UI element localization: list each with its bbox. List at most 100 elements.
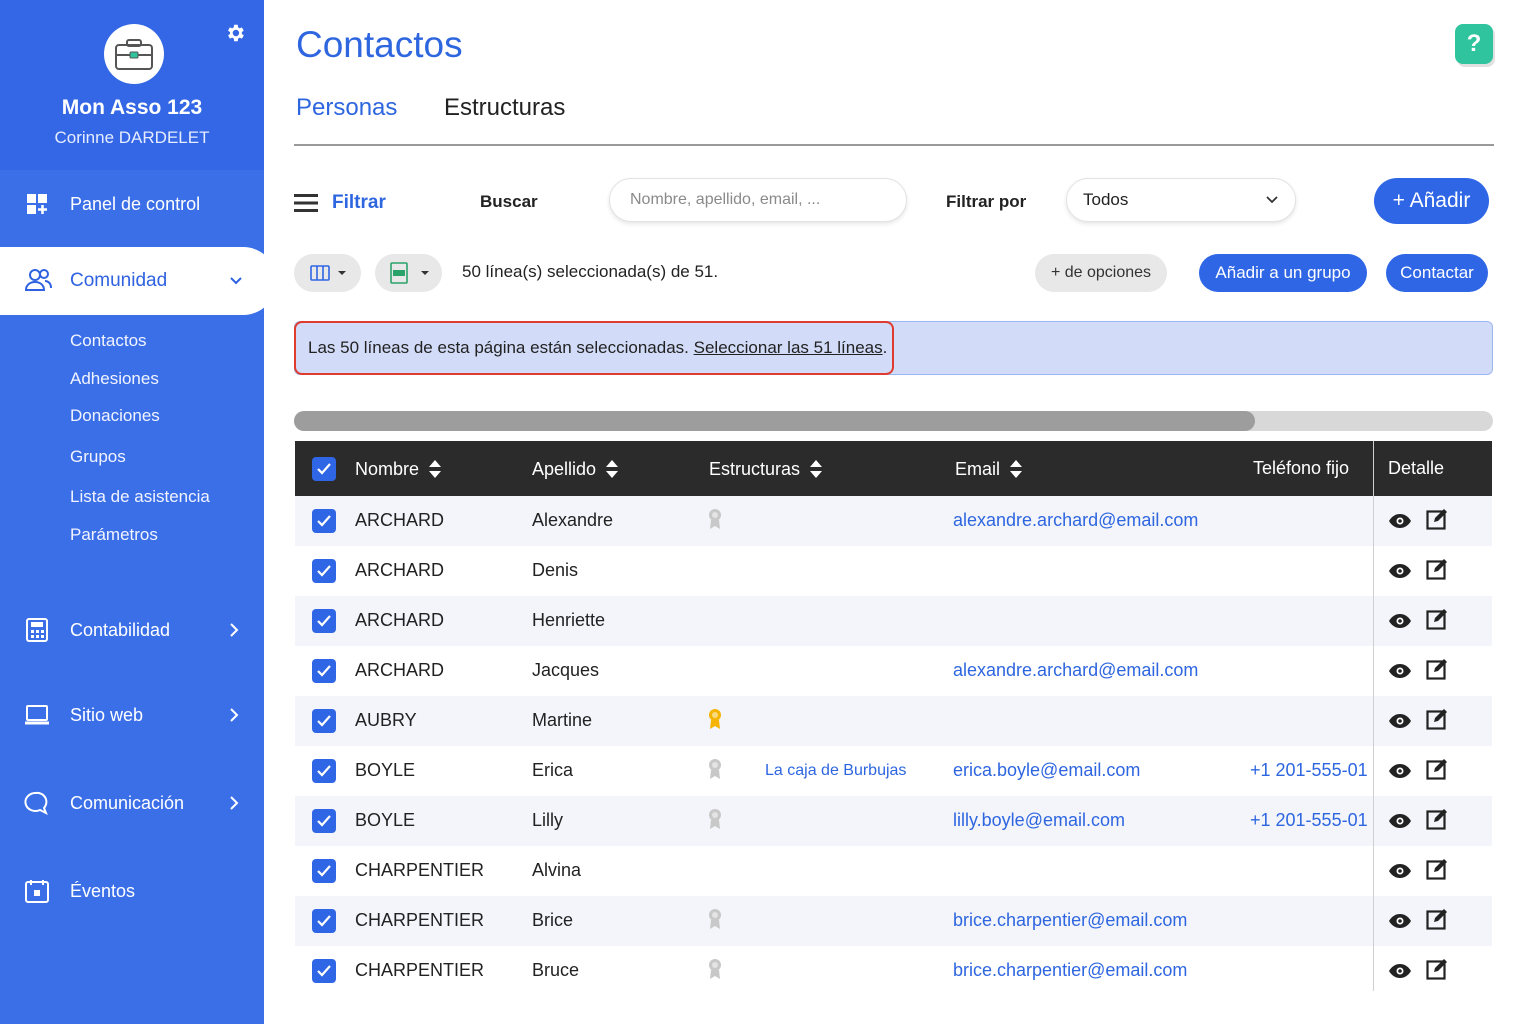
- column-label: Email: [955, 458, 1001, 479]
- add-to-group-button[interactable]: Añadir a un grupo: [1199, 254, 1367, 292]
- row-checkbox[interactable]: [312, 859, 336, 883]
- eye-icon[interactable]: [1388, 562, 1412, 580]
- nav-sitio-web[interactable]: Sitio web: [0, 691, 264, 739]
- banner-message: Las 50 líneas de esta página están selec…: [308, 338, 887, 358]
- nav-panel-de-control[interactable]: Panel de control: [0, 180, 264, 228]
- table-row[interactable]: BOYLE Erica La caja de Burbujas erica.boyle…: [295, 746, 1492, 796]
- nav-label: Panel de control: [70, 193, 201, 214]
- eye-icon[interactable]: [1388, 862, 1412, 880]
- edit-icon[interactable]: [1426, 858, 1448, 880]
- edit-icon[interactable]: [1426, 558, 1448, 580]
- row-checkbox[interactable]: [312, 809, 336, 833]
- table-row[interactable]: CHARPENTIER Bruce brice.charpentier@email.…: [295, 946, 1492, 996]
- eye-icon[interactable]: [1388, 662, 1412, 680]
- cell-apellido: Brice: [532, 910, 574, 930]
- filter-select[interactable]: Todos: [1066, 178, 1296, 222]
- table-row[interactable]: AUBRY Martine: [295, 696, 1492, 746]
- cell-telefono[interactable]: +1 201-555-01: [1250, 810, 1368, 831]
- table-row[interactable]: BOYLE Lilly lilly.boyle@email.com +1 201-55…: [295, 796, 1492, 846]
- cell-email[interactable]: brice.charpentier@email.com: [953, 960, 1187, 981]
- cell-nombre: AUBRY: [355, 710, 417, 730]
- column-header-nombre[interactable]: Nombre: [355, 458, 443, 480]
- edit-icon[interactable]: [1426, 708, 1448, 730]
- eye-icon[interactable]: [1388, 962, 1412, 980]
- table-row[interactable]: ARCHARD Henriette: [295, 596, 1492, 646]
- row-checkbox[interactable]: [312, 509, 336, 533]
- table-row[interactable]: CHARPENTIER Alvina: [295, 846, 1492, 896]
- cell-email[interactable]: alexandre.archard@email.com: [953, 510, 1198, 531]
- column-header-email[interactable]: Email: [955, 458, 1024, 480]
- cell-email[interactable]: erica.boyle@email.com: [953, 760, 1140, 781]
- nav-comunicacion[interactable]: Comunicación: [0, 779, 264, 827]
- eye-icon[interactable]: [1388, 812, 1412, 830]
- gray-medal-icon: [708, 808, 722, 830]
- sub-item-parametros[interactable]: Parámetros: [70, 525, 158, 545]
- edit-icon[interactable]: [1426, 508, 1448, 530]
- sub-item-adhesiones[interactable]: Adhesiones: [70, 369, 159, 389]
- cell-estructura[interactable]: La caja de Burbujas: [765, 762, 906, 780]
- help-button[interactable]: ?: [1455, 24, 1493, 64]
- chevron-right-icon: [226, 705, 242, 725]
- eye-icon[interactable]: [1388, 912, 1412, 930]
- eye-icon[interactable]: [1388, 712, 1412, 730]
- org-logo[interactable]: [104, 24, 164, 84]
- row-checkbox[interactable]: [312, 909, 336, 933]
- select-all-checkbox[interactable]: [312, 457, 336, 481]
- eye-icon[interactable]: [1388, 612, 1412, 630]
- gray-medal-icon: [708, 958, 722, 980]
- scrollbar-thumb[interactable]: [294, 411, 1255, 431]
- cell-apellido: Jacques: [532, 660, 600, 680]
- table-header: Nombre Apellido Estructuras Email Teléfo…: [295, 441, 1492, 496]
- eye-icon[interactable]: [1388, 512, 1412, 530]
- nav-label: Comunidad: [70, 270, 168, 291]
- row-checkbox[interactable]: [312, 609, 336, 633]
- sub-item-donaciones[interactable]: Donaciones: [70, 406, 160, 426]
- search-input[interactable]: [609, 178, 907, 222]
- table-row[interactable]: ARCHARD Alexandre alexandre.archard@email.…: [295, 496, 1492, 546]
- nav-eventos[interactable]: Éventos: [0, 867, 264, 915]
- row-checkbox[interactable]: [312, 659, 336, 683]
- table-row[interactable]: ARCHARD Denis: [295, 546, 1492, 596]
- nav-comunidad[interactable]: Comunidad: [0, 247, 277, 315]
- table-row[interactable]: CHARPENTIER Brice brice.charpentier@email.…: [295, 896, 1492, 946]
- row-checkbox[interactable]: [312, 759, 336, 783]
- more-options-button[interactable]: + de opciones: [1035, 254, 1167, 292]
- edit-icon[interactable]: [1426, 608, 1448, 630]
- cell-email[interactable]: lilly.boyle@email.com: [953, 810, 1125, 831]
- eye-icon[interactable]: [1388, 762, 1412, 780]
- sub-item-contactos[interactable]: Contactos: [70, 331, 147, 351]
- filter-label: Filtrar: [332, 192, 386, 213]
- gray-medal-icon: [708, 508, 722, 530]
- contact-button[interactable]: Contactar: [1386, 254, 1488, 292]
- add-button[interactable]: + Añadir: [1374, 178, 1489, 224]
- column-header-estructuras[interactable]: Estructuras: [709, 458, 824, 480]
- sub-item-grupos[interactable]: Grupos: [70, 447, 126, 467]
- nav-contabilidad[interactable]: Contabilidad: [0, 606, 264, 654]
- cell-email[interactable]: alexandre.archard@email.com: [953, 660, 1198, 681]
- cell-apellido: Alvina: [532, 860, 582, 880]
- cell-apellido: Denis: [532, 560, 579, 580]
- edit-icon[interactable]: [1426, 958, 1448, 980]
- edit-icon[interactable]: [1426, 808, 1448, 830]
- cell-telefono[interactable]: +1 201-555-01: [1250, 760, 1368, 781]
- row-checkbox[interactable]: [312, 709, 336, 733]
- edit-icon[interactable]: [1426, 658, 1448, 680]
- export-dropdown-button[interactable]: [375, 254, 442, 292]
- tab-estructuras[interactable]: Estructuras: [444, 94, 565, 122]
- settings-gear-icon[interactable]: [222, 20, 248, 46]
- filter-by-label: Filtrar por: [946, 192, 1027, 211]
- chevron-right-icon: [226, 620, 242, 640]
- columns-dropdown-button[interactable]: [294, 254, 361, 292]
- sub-item-lista-asistencia[interactable]: Lista de asistencia: [70, 487, 210, 507]
- select-all-link[interactable]: Seleccionar las 51 líneas: [694, 338, 883, 357]
- table-row[interactable]: ARCHARD Jacques alexandre.archard@email.co…: [295, 646, 1492, 696]
- row-checkbox[interactable]: [312, 559, 336, 583]
- column-header-apellido[interactable]: Apellido: [532, 458, 620, 480]
- cell-email[interactable]: brice.charpentier@email.com: [953, 910, 1187, 931]
- page-title: Contactos: [296, 24, 463, 65]
- filter-button[interactable]: Filtrar: [294, 190, 386, 216]
- row-checkbox[interactable]: [312, 959, 336, 983]
- edit-icon[interactable]: [1426, 758, 1448, 780]
- edit-icon[interactable]: [1426, 908, 1448, 930]
- tab-personas[interactable]: Personas: [296, 94, 397, 122]
